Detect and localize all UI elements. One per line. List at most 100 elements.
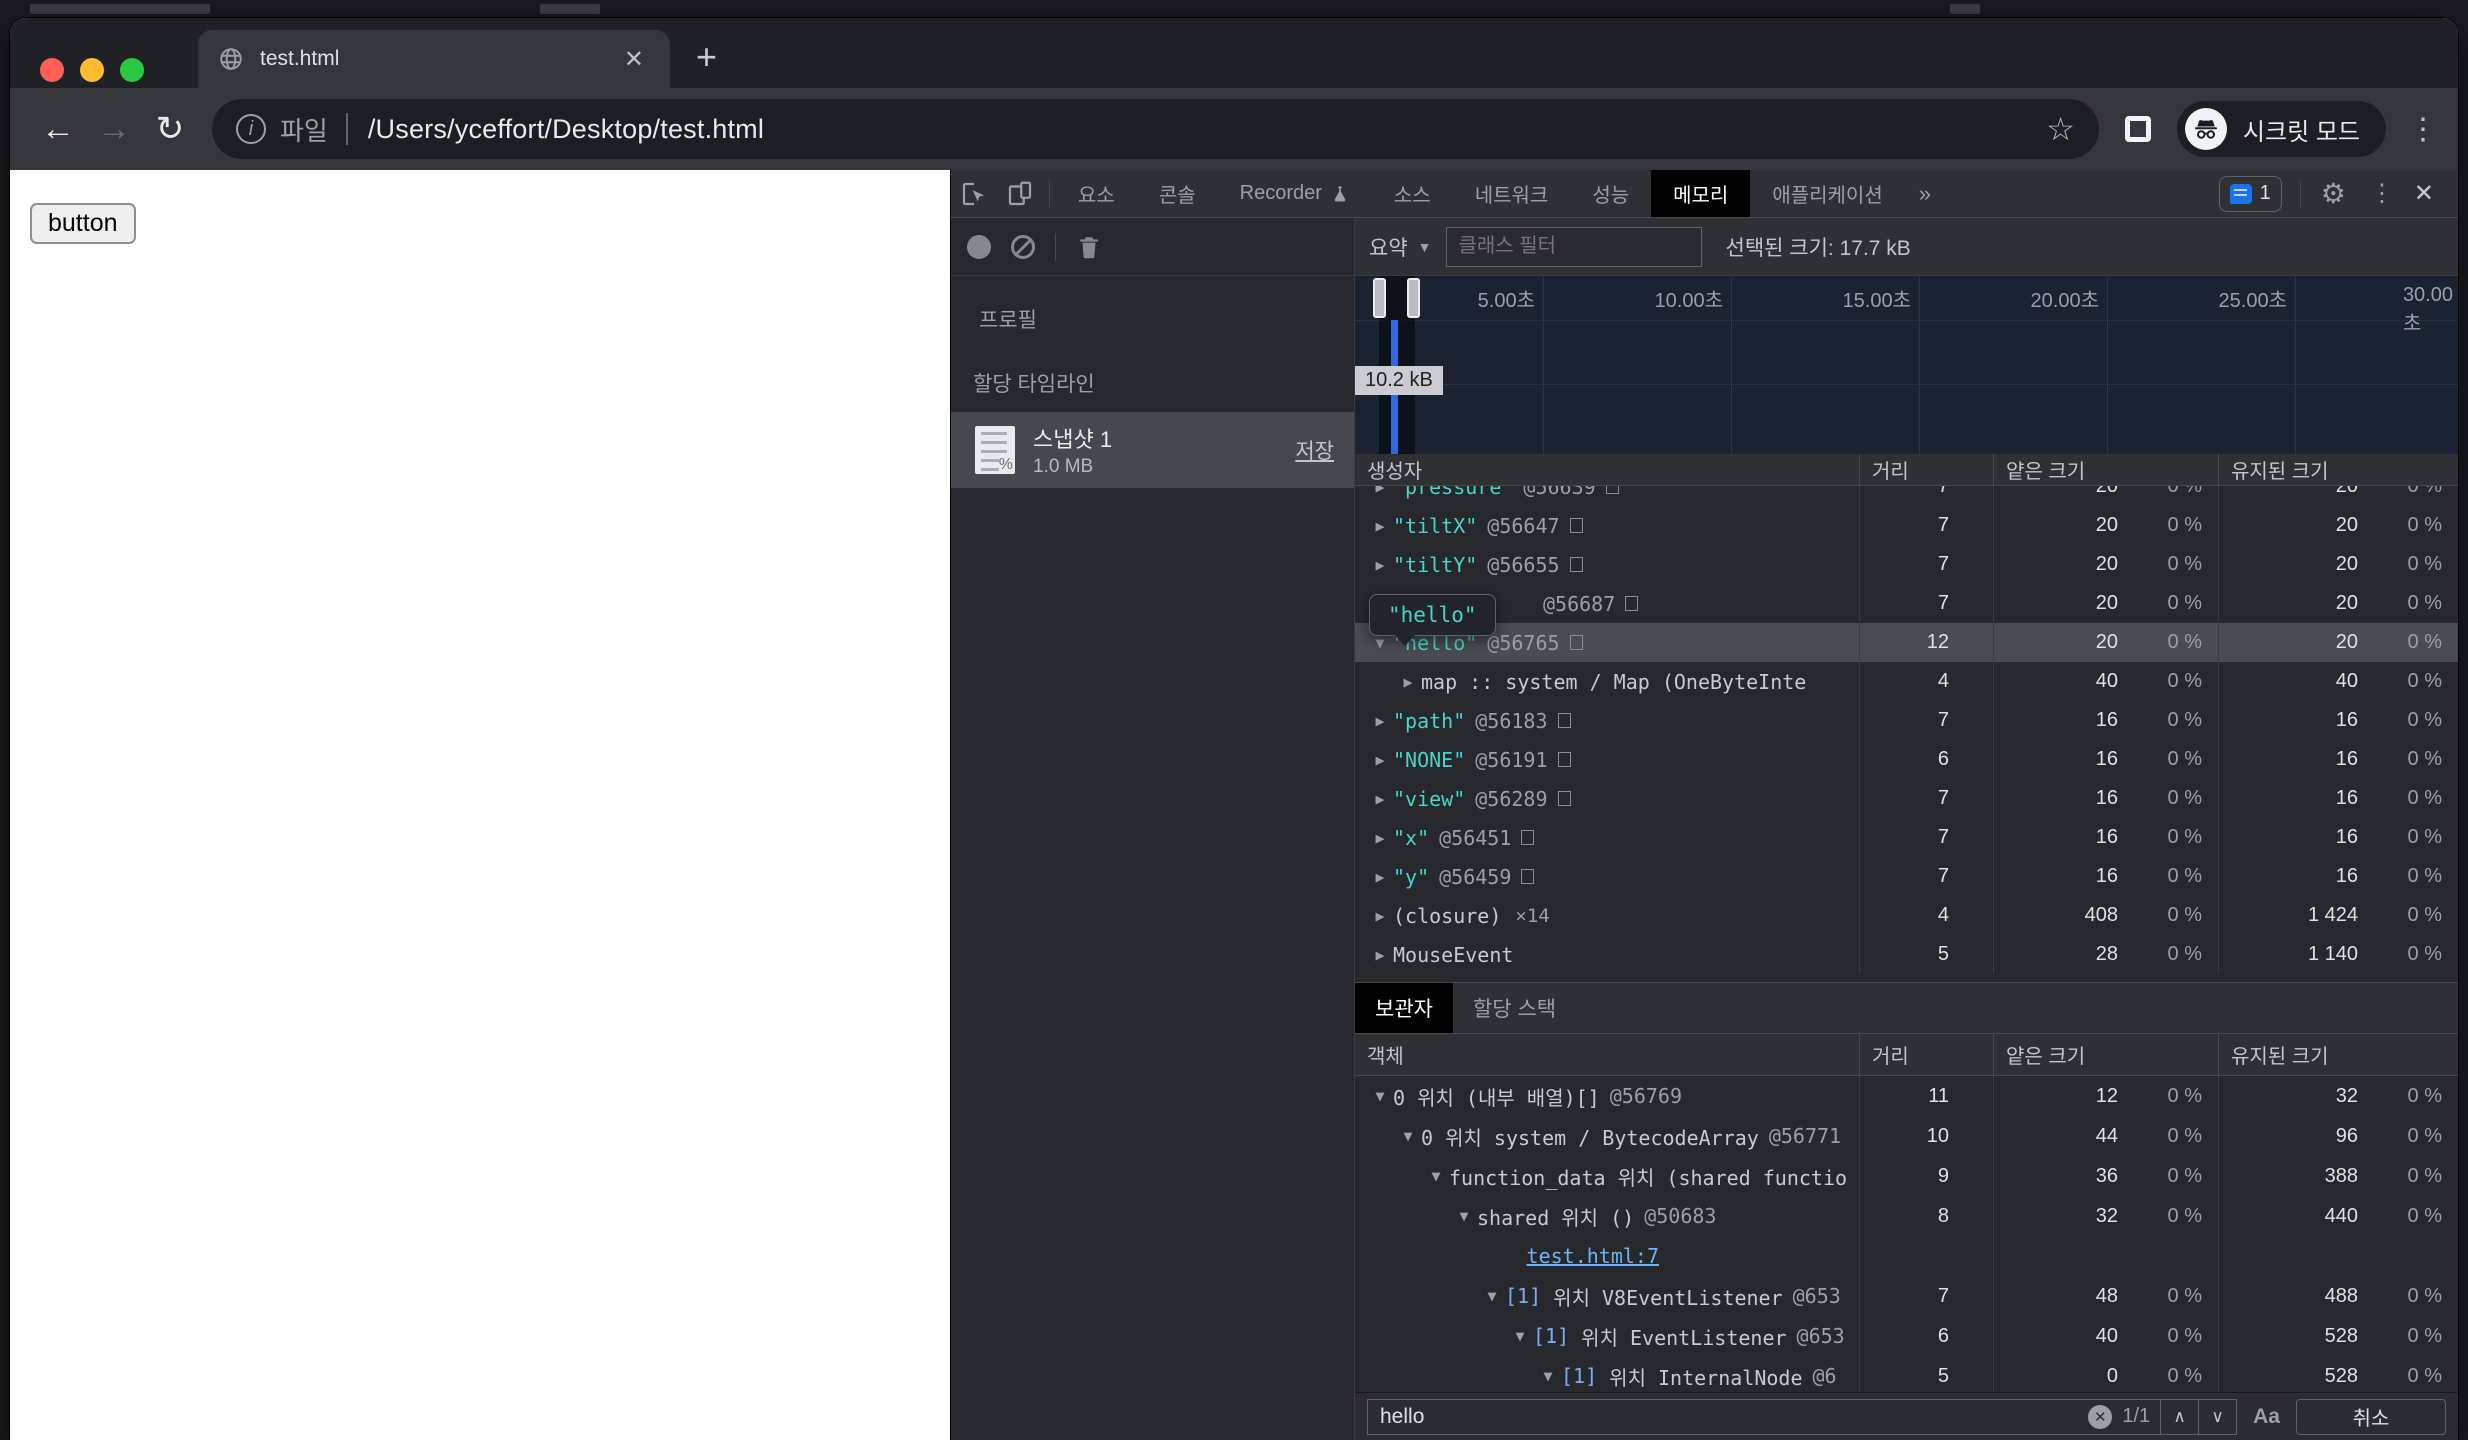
- browser-menu-icon[interactable]: ⋮: [2408, 112, 2438, 147]
- record-button[interactable]: [967, 234, 991, 259]
- tab-recorder[interactable]: Recorder: [1218, 170, 1372, 217]
- collapse-arrow-icon[interactable]: ▼: [1367, 634, 1393, 652]
- table-row[interactable]: ▼ 0 위치 (내부 배열)[] @56769 11 12 0 % 32 0 %: [1355, 1076, 2458, 1116]
- preview-box-icon[interactable]: [1521, 830, 1535, 845]
- expand-arrow-icon[interactable]: ▶: [1395, 673, 1421, 691]
- minimize-window-button[interactable]: [80, 58, 104, 82]
- preview-box-icon[interactable]: [1521, 869, 1535, 884]
- table-row[interactable]: ▶ "tiltY" @56655 7 20 0 % 20 0 %: [1355, 545, 2458, 584]
- table-row[interactable]: ▶ "path" @56183 7 16 0 % 16 0 %: [1355, 701, 2458, 740]
- snapshot-item[interactable]: 스냅샷 1 1.0 MB 저장: [951, 412, 1354, 488]
- collapse-arrow-icon[interactable]: ▼: [1395, 1127, 1421, 1145]
- zoom-window-button[interactable]: [120, 58, 144, 82]
- expand-arrow-icon[interactable]: ▶: [1367, 712, 1393, 730]
- table-row[interactable]: ▶ "NONE" @56191 6 16 0 % 16 0 %: [1355, 740, 2458, 779]
- tab-allocation-stack[interactable]: 할당 스택: [1453, 983, 1576, 1033]
- issues-badge[interactable]: 1: [2218, 175, 2282, 212]
- source-location-link[interactable]: test.html:7: [1527, 1244, 1659, 1268]
- table-row[interactable]: ▶ "x" @56451 7 16 0 % 16 0 %: [1355, 818, 2458, 857]
- collapse-arrow-icon[interactable]: ▼: [1451, 1207, 1477, 1225]
- devtools-close-icon[interactable]: ✕: [2408, 179, 2448, 208]
- trash-icon[interactable]: [1076, 233, 1102, 261]
- preview-box-icon[interactable]: [1557, 791, 1571, 806]
- expand-arrow-icon[interactable]: ▶: [1367, 907, 1393, 925]
- expand-arrow-icon[interactable]: ▶: [1367, 790, 1393, 808]
- table-row[interactable]: ▶ "tiltX" @56647 7 20 0 % 20 0 %: [1355, 506, 2458, 545]
- search-input[interactable]: hello ✕ 1/1 ∧ ∨: [1367, 1398, 2238, 1435]
- tab-retainers[interactable]: 보관자: [1355, 983, 1453, 1033]
- next-match-button[interactable]: ∨: [2198, 1399, 2236, 1434]
- forward-button[interactable]: →: [86, 110, 142, 149]
- tab-elements[interactable]: 요소: [1056, 170, 1137, 217]
- preview-box-icon[interactable]: [1557, 752, 1571, 767]
- expand-arrow-icon[interactable]: ▶: [1367, 946, 1393, 964]
- preview-box-icon[interactable]: [1557, 713, 1571, 728]
- bookmark-star-icon[interactable]: ☆: [2046, 110, 2075, 148]
- settings-gear-icon[interactable]: ⚙: [2311, 177, 2356, 210]
- tab-close-icon[interactable]: ✕: [618, 45, 650, 74]
- collapse-arrow-icon[interactable]: ▼: [1479, 1287, 1505, 1305]
- column-distance[interactable]: 거리: [1859, 1034, 1993, 1075]
- column-constructor[interactable]: 생성자: [1355, 455, 1859, 484]
- tab-network[interactable]: 네트워크: [1453, 170, 1571, 217]
- site-info-icon[interactable]: i: [236, 114, 266, 144]
- more-tabs-icon[interactable]: »: [1905, 181, 1945, 207]
- tab-console[interactable]: 콘솔: [1137, 170, 1218, 217]
- close-window-button[interactable]: [40, 58, 64, 82]
- table-row[interactable]: ▼ function_data 위치 (shared functio 9 36 0 …: [1355, 1156, 2458, 1196]
- match-case-toggle[interactable]: Aa: [2253, 1405, 2280, 1429]
- tab-memory[interactable]: 메모리: [1651, 170, 1751, 217]
- perspective-dropdown[interactable]: 요약 ▼: [1369, 232, 1432, 262]
- browser-tab[interactable]: test.html ✕: [198, 30, 670, 88]
- new-tab-button[interactable]: +: [696, 36, 717, 78]
- tab-performance[interactable]: 성능: [1570, 170, 1651, 217]
- table-row[interactable]: test.html:7: [1355, 1236, 2458, 1276]
- timeline-left-handle[interactable]: [1373, 278, 1386, 318]
- preview-box-icon[interactable]: [1605, 486, 1619, 494]
- timeline-right-handle[interactable]: [1407, 278, 1420, 318]
- page-button[interactable]: button: [30, 203, 136, 244]
- previous-match-button[interactable]: ∧: [2160, 1399, 2198, 1434]
- expand-arrow-icon[interactable]: ▶: [1367, 829, 1393, 847]
- tab-sources[interactable]: 소스: [1372, 170, 1453, 217]
- preview-box-icon[interactable]: [1569, 518, 1583, 533]
- address-bar[interactable]: i 파일 /Users/yceffort/Desktop/test.html ☆: [212, 99, 2099, 159]
- column-object[interactable]: 객체: [1355, 1040, 1859, 1069]
- expand-arrow-icon[interactable]: ▶: [1367, 868, 1393, 886]
- side-panel-icon[interactable]: [2124, 116, 2151, 142]
- devtools-menu-icon[interactable]: ⋮: [2360, 179, 2404, 208]
- clear-search-icon[interactable]: ✕: [2088, 1404, 2113, 1429]
- table-row[interactable]: ▶ "y" @56459 7 16 0 % 16 0 %: [1355, 857, 2458, 896]
- tab-application[interactable]: 애플리케이션: [1750, 170, 1904, 217]
- column-shallow-size[interactable]: 얕은 크기: [1993, 1034, 2218, 1075]
- expand-arrow-icon[interactable]: ▶: [1367, 517, 1393, 535]
- allocation-timeline-chart[interactable]: 10.2 kB 5.00초 10.00초 15.00초 20.00초 25.00초 30.…: [1355, 276, 2458, 454]
- table-row[interactable]: ▶ MouseEvent 5 28 0 % 1 140 0 %: [1355, 935, 2458, 974]
- table-row[interactable]: ▶ map :: system / Map (OneByteInte 4 40 0 …: [1355, 662, 2458, 701]
- column-retained-size[interactable]: 유지된 크기: [2218, 454, 2458, 485]
- table-row[interactable]: ▼ [1] 위치 V8EventListener @653 7 48 0 % 488 0…: [1355, 1276, 2458, 1316]
- column-distance[interactable]: 거리: [1859, 454, 1993, 485]
- inspect-element-icon[interactable]: [951, 179, 997, 209]
- table-row[interactable]: ▼ [1] 위치 EventListener @653 6 40 0 % 528 0 %: [1355, 1316, 2458, 1356]
- table-row[interactable]: ▼ [1] 위치 InternalNode @6 5 00 % 528 0 %: [1355, 1356, 2458, 1392]
- macos-window-controls[interactable]: [40, 58, 144, 82]
- collapse-arrow-icon[interactable]: ▼: [1535, 1367, 1561, 1385]
- preview-box-icon[interactable]: [1569, 635, 1583, 650]
- expand-arrow-icon[interactable]: ▶: [1367, 556, 1393, 574]
- url-text[interactable]: /Users/yceffort/Desktop/test.html: [368, 114, 2034, 145]
- table-row[interactable]: ▼ 0 위치 system / BytecodeArray @56771 10 44…: [1355, 1116, 2458, 1156]
- device-toolbar-icon[interactable]: [997, 179, 1043, 209]
- cancel-search-button[interactable]: 취소: [2296, 1398, 2446, 1435]
- table-row[interactable]: @56687 7 20 0 % 20 0 %: [1355, 584, 2458, 623]
- table-row[interactable]: ▶ (closure) ×14 4 408 0 % 1 424 0 %: [1355, 896, 2458, 935]
- table-row[interactable]: ▶ "pressure" @56639 7 20 0 % 20 0 %: [1355, 486, 2458, 506]
- snapshot-save-link[interactable]: 저장: [1295, 435, 1334, 465]
- column-shallow-size[interactable]: 얕은 크기: [1993, 454, 2218, 485]
- preview-box-icon[interactable]: [1569, 557, 1583, 572]
- column-retained-size[interactable]: 유지된 크기: [2218, 1034, 2458, 1075]
- table-row[interactable]: ▶ "view" @56289 7 16 0 % 16 0 %: [1355, 779, 2458, 818]
- expand-arrow-icon[interactable]: ▶: [1367, 486, 1393, 496]
- class-filter-input[interactable]: [1445, 226, 1702, 267]
- clear-profiles-icon[interactable]: [1011, 234, 1035, 259]
